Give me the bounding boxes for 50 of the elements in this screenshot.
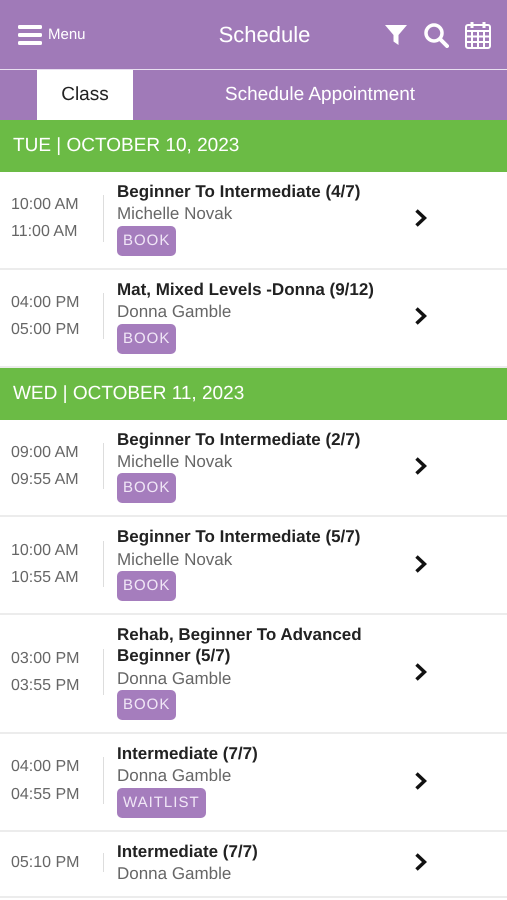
- date-header: WED | OCTOBER 11, 2023: [0, 368, 507, 420]
- date-header: TUE | OCTOBER 10, 2023: [0, 120, 507, 172]
- class-title: Beginner To Intermediate (4/7): [117, 181, 360, 202]
- chevron-right-icon[interactable]: [414, 770, 427, 791]
- class-title: Intermediate (7/7): [117, 743, 258, 764]
- end-time: 11:00 AM: [11, 222, 78, 242]
- menu-button[interactable]: Menu: [18, 24, 168, 44]
- chevron-right-icon[interactable]: [414, 456, 427, 476]
- class-title: Beginner To Intermediate (2/7): [117, 428, 360, 450]
- class-row[interactable]: 03:00 PM 03:55 PM Rehab, Beginner To Advanced Beginner (5/7) Donna Gamble BOOK: [0, 615, 507, 734]
- class-row[interactable]: 04:00 PM 04:55 PM Intermediate (7/7) Donna Gamble WAITLIST: [0, 734, 507, 832]
- class-row[interactable]: 09:00 AM 09:55 AM Beginner To Intermediate (2/7) Michelle Novak BOOK: [0, 420, 507, 518]
- start-time: 09:00 AM: [11, 442, 80, 462]
- start-time: 10:00 AM: [11, 540, 80, 560]
- instructor-name: Donna Gamble: [117, 302, 232, 322]
- start-time: 05:10 PM: [11, 852, 80, 872]
- instructor-name: Donna Gamble: [117, 864, 232, 884]
- instructor-name: Donna Gamble: [117, 668, 232, 688]
- page-title: Schedule: [218, 22, 312, 48]
- start-time: 04:00 PM: [11, 757, 80, 777]
- end-time: 04:55 PM: [11, 784, 80, 804]
- start-time: 04:00 PM: [11, 293, 80, 312]
- start-time: 10:00 AM: [11, 195, 80, 214]
- class-title: Intermediate (7/7): [117, 841, 258, 862]
- chevron-right-icon[interactable]: [414, 852, 427, 872]
- class-row[interactable]: 10:00 AM 11:00 AM Beginner To Intermediate (4/7) Michelle Novak BOOK: [0, 172, 507, 270]
- tab[interactable]: Class: [37, 70, 133, 120]
- class-title: Rehab, Beginner To Advanced Beginner (5/7): [117, 624, 363, 667]
- instructor-name: Michelle Novak: [117, 204, 232, 224]
- class-title: Mat, Mixed Levels -Donna (9/12): [117, 278, 374, 300]
- start-time: 03:00 PM: [11, 649, 80, 668]
- chevron-right-icon[interactable]: [414, 306, 427, 326]
- end-time: 05:00 PM: [11, 320, 80, 340]
- instructor-name: Michelle Novak: [117, 452, 232, 472]
- chevron-right-icon[interactable]: [414, 208, 427, 228]
- instructor-name: Donna Gamble: [117, 766, 232, 786]
- class-row[interactable]: 05:10 PM Intermediate (7/7) Donna Gamble: [0, 832, 507, 898]
- end-time: 09:55 AM: [11, 470, 80, 490]
- menu-icon: [18, 24, 42, 44]
- tab[interactable]: Schedule Appointment: [133, 70, 507, 120]
- class-row[interactable]: 10:00 AM 10:55 AM Beginner To Intermediate (5/7) Michelle Novak BOOK: [0, 517, 507, 616]
- chevron-right-icon[interactable]: [414, 662, 427, 682]
- end-time: 10:55 AM: [11, 568, 80, 587]
- instructor-name: Michelle Novak: [117, 550, 232, 570]
- search-icon[interactable]: [423, 22, 449, 48]
- end-time: 03:55 PM: [11, 676, 80, 696]
- chevron-right-icon[interactable]: [414, 554, 427, 574]
- filter-icon[interactable]: [385, 24, 407, 46]
- class-title: Beginner To Intermediate (5/7): [117, 526, 360, 548]
- calendar-icon[interactable]: [465, 20, 491, 48]
